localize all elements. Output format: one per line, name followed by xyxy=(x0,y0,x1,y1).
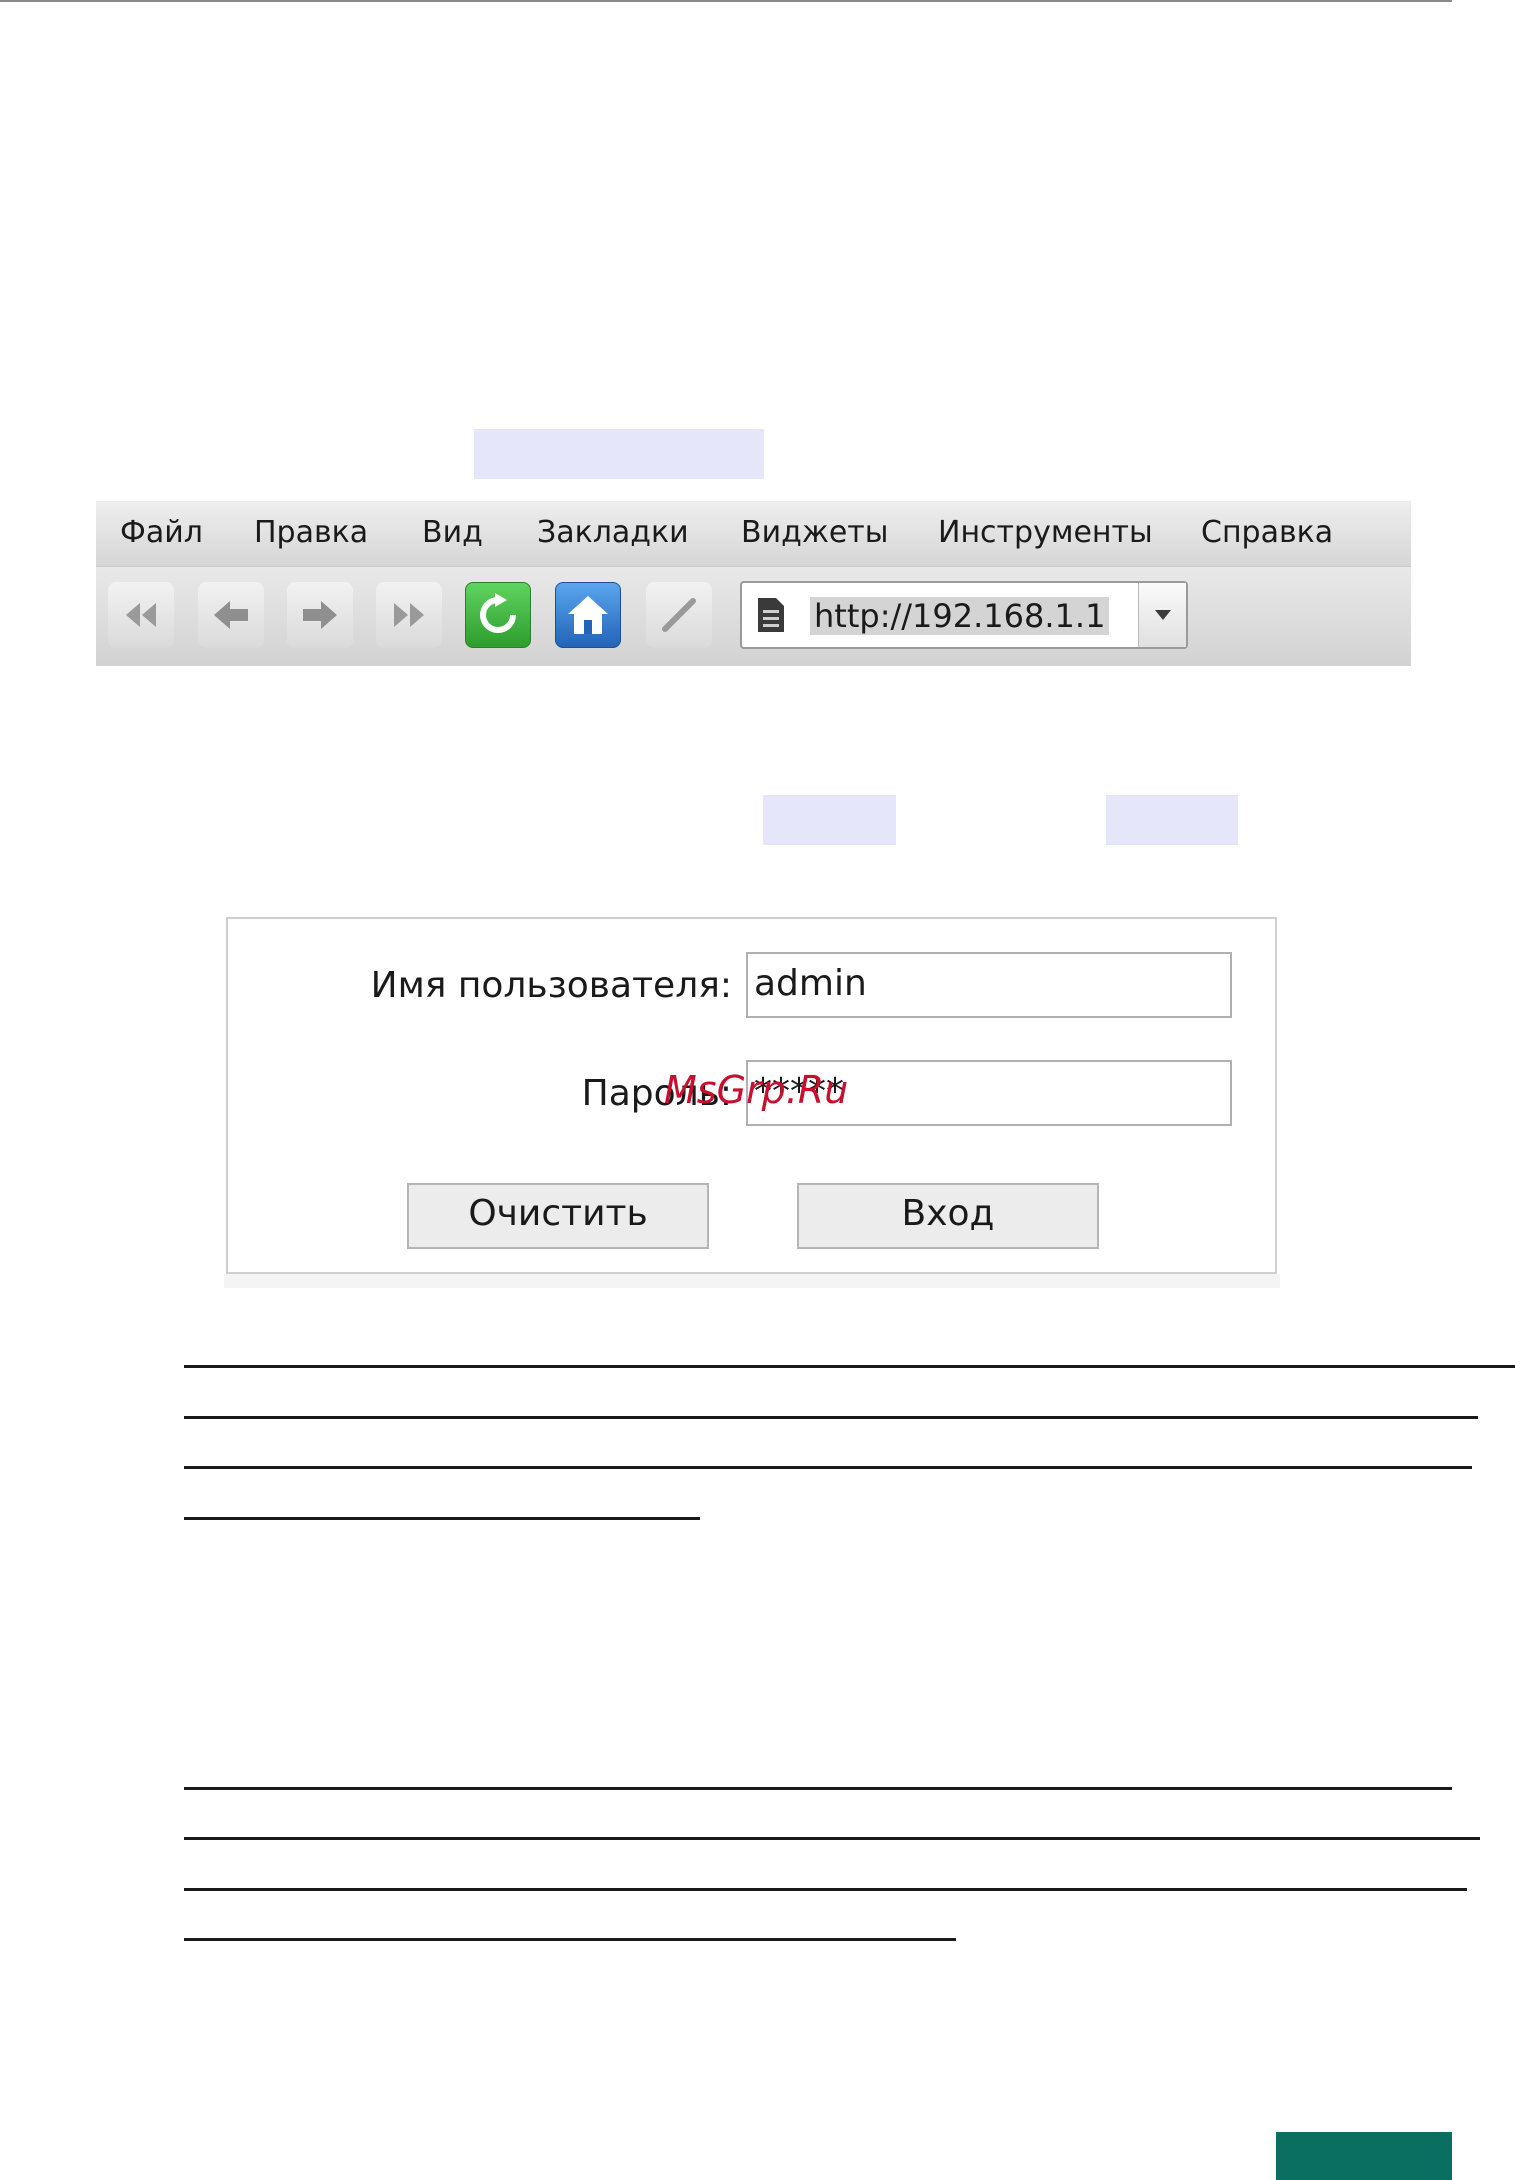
watermark-text: MsGrp.Ru xyxy=(664,1068,849,1112)
home-icon xyxy=(568,596,608,634)
fast-forward-icon xyxy=(394,603,424,627)
menu-bookmarks[interactable]: Закладки xyxy=(537,515,689,551)
highlight-mark xyxy=(763,795,896,845)
page-corner-tab xyxy=(1276,2132,1452,2180)
home-button[interactable] xyxy=(555,582,621,648)
address-bar[interactable]: http://192.168.1.1 xyxy=(740,581,1188,649)
browser-toolbar: http://192.168.1.1 xyxy=(96,567,1411,666)
username-label: Имя пользователя: xyxy=(370,965,732,1006)
forward-button[interactable] xyxy=(287,582,353,648)
refresh-button[interactable] xyxy=(465,582,531,648)
edit-button[interactable] xyxy=(646,582,712,648)
menu-help[interactable]: Справка xyxy=(1201,515,1333,551)
page-top-rule xyxy=(0,0,1452,2)
highlight-mark xyxy=(1106,795,1238,845)
fast-forward-button[interactable] xyxy=(376,582,442,648)
menu-file[interactable]: Файл xyxy=(120,515,203,551)
forward-arrow-icon xyxy=(303,601,337,629)
menu-edit[interactable]: Правка xyxy=(254,515,368,551)
page-icon xyxy=(758,598,784,632)
pencil-icon xyxy=(662,598,696,632)
menu-tools[interactable]: Инструменты xyxy=(938,515,1153,551)
clear-button[interactable]: Очистить xyxy=(407,1183,709,1249)
address-dropdown-button[interactable] xyxy=(1138,583,1186,647)
text-line xyxy=(184,1787,1452,1790)
text-line xyxy=(184,1837,1480,1840)
login-box-shadow xyxy=(224,1274,1280,1288)
browser-window: Файл Правка Вид Закладки Виджеты Инструм… xyxy=(96,501,1411,666)
username-input[interactable]: admin xyxy=(746,952,1232,1018)
rewind-button[interactable] xyxy=(108,582,174,648)
browser-menubar: Файл Правка Вид Закладки Виджеты Инструм… xyxy=(96,501,1411,567)
text-line xyxy=(184,1365,1515,1368)
menu-view[interactable]: Вид xyxy=(422,515,483,551)
text-line xyxy=(184,1938,956,1941)
refresh-icon xyxy=(480,593,516,633)
text-line xyxy=(184,1466,1472,1469)
address-url[interactable]: http://192.168.1.1 xyxy=(810,597,1110,635)
back-arrow-icon xyxy=(214,601,248,629)
text-line xyxy=(184,1416,1478,1419)
menu-widgets[interactable]: Виджеты xyxy=(741,515,888,551)
highlight-mark xyxy=(474,429,764,479)
text-line xyxy=(184,1888,1467,1891)
back-button[interactable] xyxy=(198,582,264,648)
text-line xyxy=(184,1517,700,1520)
rewind-icon xyxy=(126,603,156,627)
chevron-down-icon xyxy=(1154,610,1171,620)
login-button[interactable]: Вход xyxy=(797,1183,1099,1249)
